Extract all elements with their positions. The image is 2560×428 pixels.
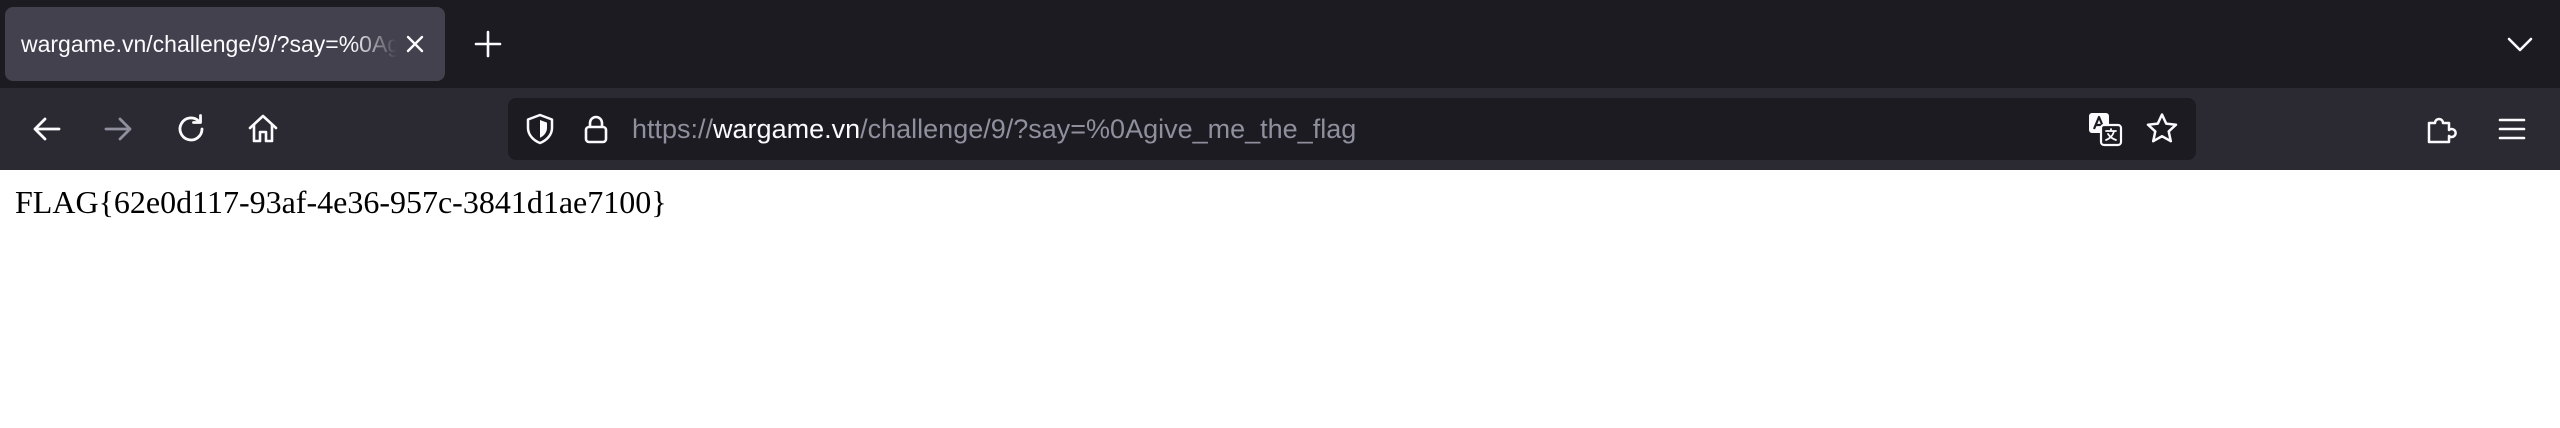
back-arrow-icon[interactable] bbox=[23, 105, 71, 153]
shield-icon[interactable] bbox=[520, 109, 560, 149]
flag-text: FLAG{62e0d117-93af-4e36-957c-3841d1ae710… bbox=[15, 184, 667, 220]
forward-arrow-icon[interactable] bbox=[94, 105, 142, 153]
url-text[interactable]: https://wargame.vn/challenge/9/?say=%0Ag… bbox=[632, 98, 1356, 160]
translate-icon[interactable] bbox=[2085, 109, 2125, 149]
lock-icon[interactable] bbox=[576, 109, 616, 149]
tab-strip: wargame.vn/challenge/9/?say=%0Agive_me_t… bbox=[0, 0, 2560, 88]
page-content: FLAG{62e0d117-93af-4e36-957c-3841d1ae710… bbox=[0, 170, 2560, 428]
url-domain: wargame.vn bbox=[713, 114, 861, 144]
puzzle-icon[interactable] bbox=[2416, 105, 2464, 153]
navigation-toolbar: https://wargame.vn/challenge/9/?say=%0Ag… bbox=[0, 88, 2560, 170]
hamburger-menu-icon[interactable] bbox=[2488, 105, 2536, 153]
reload-icon[interactable] bbox=[167, 105, 215, 153]
url-prefix: https:// bbox=[632, 114, 714, 144]
active-tab[interactable]: wargame.vn/challenge/9/?say=%0Agive_me_t… bbox=[5, 7, 445, 81]
close-icon[interactable] bbox=[401, 30, 429, 58]
plus-icon[interactable] bbox=[470, 26, 506, 62]
chevron-down-icon[interactable] bbox=[2500, 24, 2540, 64]
home-icon[interactable] bbox=[239, 105, 287, 153]
url-path: /challenge/9/?say=%0Agive_me_the_flag bbox=[860, 114, 1357, 144]
tab-title: wargame.vn/challenge/9/?say=%0Agive_me_t… bbox=[21, 31, 397, 57]
star-icon[interactable] bbox=[2142, 109, 2182, 149]
url-bar[interactable]: https://wargame.vn/challenge/9/?say=%0Ag… bbox=[508, 98, 2196, 160]
